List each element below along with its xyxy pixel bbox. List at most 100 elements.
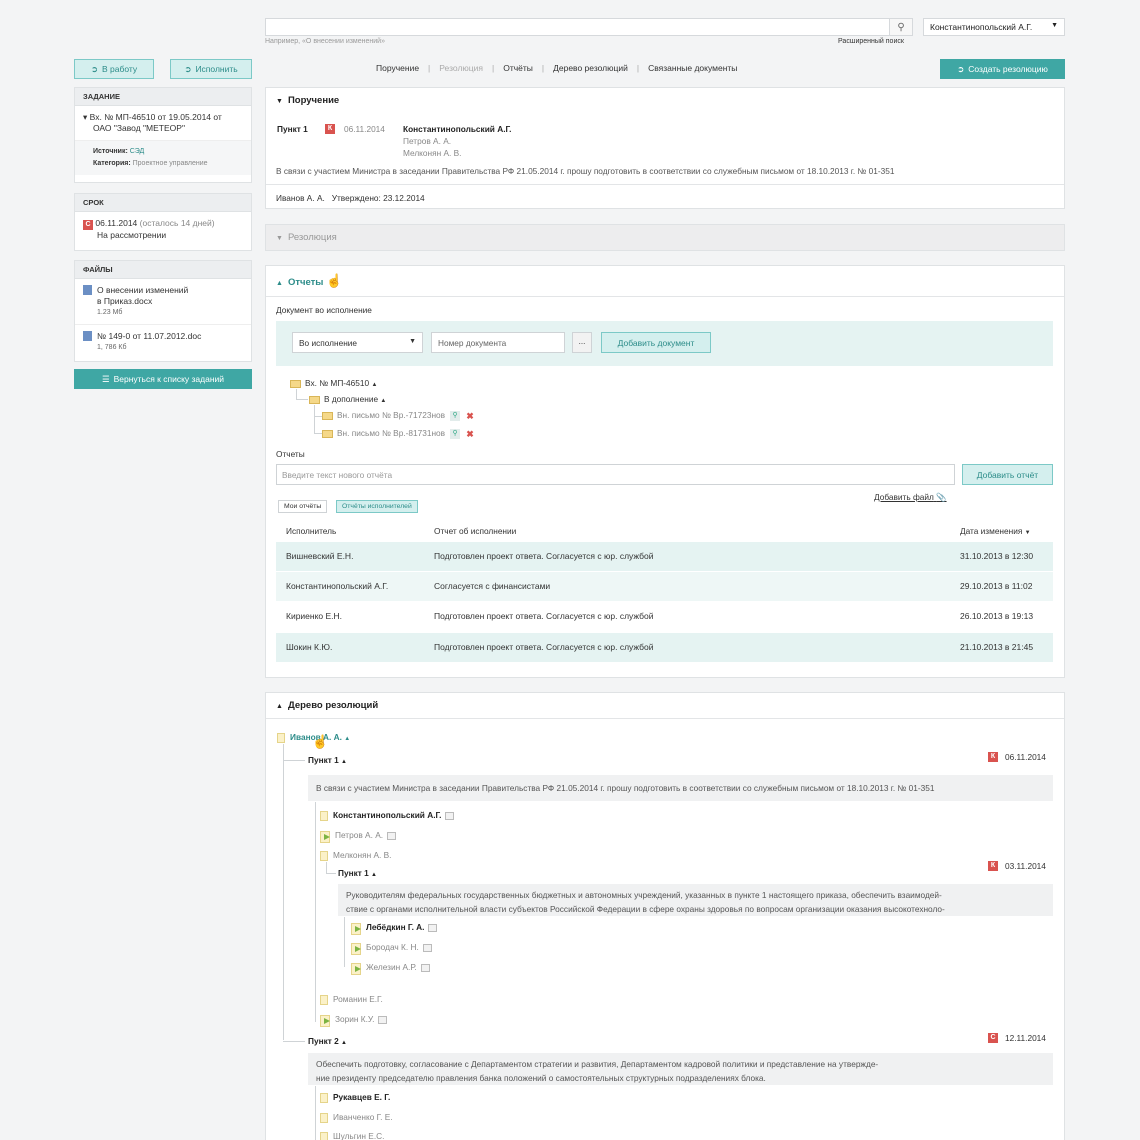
deadline-remaining: (осталось 14 дней) bbox=[139, 218, 215, 228]
tree-person[interactable]: Железин А.Р. bbox=[351, 962, 430, 975]
table-row[interactable]: Константинопольский А.Г. Согласуется с ф… bbox=[276, 572, 1053, 601]
tab-resolution[interactable]: Резолюция bbox=[430, 63, 492, 73]
sub-point-node[interactable]: Пункт 1 ▲ bbox=[338, 868, 377, 878]
add-report-button[interactable]: Добавить отчёт bbox=[962, 464, 1053, 485]
delete-icon[interactable]: ✖ bbox=[465, 411, 475, 421]
tab-assignment[interactable]: Поручение bbox=[367, 63, 428, 73]
task-title-line2: ОАО "Завод "МЕТЕОР" bbox=[93, 123, 185, 133]
word-file-icon bbox=[83, 285, 92, 295]
tab-executor-reports[interactable]: Отчёты исполнителей bbox=[336, 500, 418, 513]
point-text: В связи с участием Министра в заседании … bbox=[308, 775, 1053, 801]
to-work-label: В работу bbox=[101, 64, 138, 74]
search-input[interactable] bbox=[265, 18, 913, 36]
add-document-button[interactable]: Добавить документ bbox=[601, 332, 711, 353]
search-icon[interactable]: ⚲ bbox=[450, 428, 461, 439]
tree-person[interactable]: Рукавцев Е. Г. bbox=[320, 1092, 390, 1103]
point-date: 12.11.2014 bbox=[1005, 1033, 1046, 1043]
row-report: Согласуется с финансистами bbox=[434, 581, 551, 591]
table-row[interactable]: Шокин К.Ю. Подготовлен проект ответа. Со… bbox=[276, 633, 1053, 662]
tab-my-reports[interactable]: Мои отчёты bbox=[278, 500, 328, 513]
person-name: Константинопольский А.Г. bbox=[333, 810, 442, 820]
doc-tree-root[interactable]: Вх. № МП-46510 ▲ bbox=[290, 378, 377, 388]
file-item[interactable]: О внесении изменений bbox=[83, 285, 243, 296]
execute-button[interactable]: ➲ Исполнить bbox=[170, 59, 252, 79]
sub-point-text: Руководителям федеральных государственны… bbox=[338, 884, 1053, 916]
search-icon[interactable]: ⚲ bbox=[450, 410, 461, 421]
add-file-link[interactable]: Добавить файл 📎 bbox=[874, 492, 947, 503]
comment-icon[interactable] bbox=[420, 963, 430, 972]
add-document-label: Добавить документ bbox=[617, 337, 695, 348]
document-icon bbox=[320, 850, 328, 861]
file-name: № 149-0 от 11.07.2012.doc bbox=[97, 331, 202, 341]
person-name: Железин А.Р. bbox=[366, 962, 417, 972]
task-title[interactable]: ▾ Вх. № МП-46510 от 19.05.2014 от bbox=[83, 112, 243, 123]
resolution-tree-header[interactable]: ▲ Дерево резолюций bbox=[266, 693, 1064, 719]
doc-tree-letter[interactable]: Вн. письмо № Вр.-71723нов ⚲ ✖ bbox=[322, 410, 475, 421]
new-report-input[interactable]: Введите текст нового отчёта bbox=[276, 464, 955, 485]
tree-connector bbox=[314, 433, 322, 434]
tree-person[interactable]: Константинопольский А.Г. bbox=[320, 810, 455, 821]
browse-button[interactable]: ... bbox=[572, 332, 592, 353]
comment-icon[interactable] bbox=[428, 923, 438, 932]
collapse-icon: ▲ bbox=[341, 759, 347, 765]
tree-person[interactable]: Иванченко Г. Е. bbox=[320, 1112, 393, 1123]
back-to-tasks-button[interactable]: ☰ Вернуться к списку заданий bbox=[74, 369, 252, 389]
row-executor: Кириенко Е.Н. bbox=[286, 611, 343, 621]
doc-tree-child[interactable]: В дополнение ▲ bbox=[309, 394, 386, 404]
tree-person[interactable]: Зорин К.У. bbox=[320, 1014, 388, 1027]
document-forward-icon bbox=[351, 962, 362, 975]
table-row[interactable]: Кириенко Е.Н. Подготовлен проект ответа.… bbox=[276, 602, 1053, 631]
tree-person[interactable]: Петров А. А. bbox=[320, 830, 397, 843]
tree-person[interactable]: Лебёдкин Г. А. bbox=[351, 922, 438, 935]
tree-person[interactable]: Бородач К. Н. bbox=[351, 942, 432, 955]
comment-icon[interactable] bbox=[422, 943, 432, 952]
category-value: Проектное управление bbox=[132, 160, 208, 167]
column-executor[interactable]: Исполнитель bbox=[286, 526, 336, 536]
person-name: Иванченко Г. Е. bbox=[333, 1112, 393, 1122]
doc-number-input[interactable]: Номер документа bbox=[431, 332, 565, 353]
priority-badge: С bbox=[988, 1033, 998, 1043]
search-icon[interactable]: ⚲ bbox=[889, 18, 913, 36]
to-work-button[interactable]: ➲ В работу bbox=[74, 59, 154, 79]
point-text-line: ние президенту председателю правления ба… bbox=[316, 1073, 766, 1083]
tree-connector bbox=[314, 405, 315, 433]
comment-icon[interactable] bbox=[387, 831, 397, 840]
tree-person[interactable]: Романин Е.Г. bbox=[320, 994, 383, 1005]
folder-icon bbox=[290, 379, 301, 388]
document-forward-icon bbox=[320, 1014, 331, 1027]
delete-icon[interactable]: ✖ bbox=[465, 429, 475, 439]
advanced-search-link[interactable]: Расширенный поиск bbox=[838, 38, 904, 45]
point-node[interactable]: Пункт 2 ▲ bbox=[308, 1036, 347, 1046]
column-date-label: Дата изменения bbox=[960, 526, 1023, 536]
column-report[interactable]: Отчет об исполнении bbox=[434, 526, 516, 536]
resolution-title: Резолюция bbox=[287, 232, 337, 243]
column-date[interactable]: Дата изменения ▼ bbox=[960, 526, 1031, 536]
tab-resolution-tree[interactable]: Дерево резолюций bbox=[544, 63, 637, 73]
document-forward-icon bbox=[351, 942, 362, 955]
collapse-icon: ▲ bbox=[341, 1040, 347, 1046]
task-title-line1: Вх. № МП-46510 от 19.05.2014 от bbox=[89, 112, 222, 122]
user-dropdown[interactable]: Константинопольский А.Г. ▼ bbox=[923, 18, 1065, 36]
tab-related-documents[interactable]: Связанные документы bbox=[639, 63, 746, 73]
comment-icon[interactable] bbox=[378, 1015, 388, 1024]
assignment-header[interactable]: ▼ Поручение bbox=[266, 88, 1064, 113]
export-icon: ➲ bbox=[957, 63, 965, 74]
tree-person[interactable]: Шульгин Е.С. bbox=[320, 1131, 384, 1140]
point-node[interactable]: Пункт 1 ▲ bbox=[308, 755, 347, 765]
doc-type-select[interactable]: Во исполнение ▼ bbox=[292, 332, 423, 353]
file-item[interactable]: № 149-0 от 11.07.2012.doc bbox=[83, 331, 243, 342]
comment-icon[interactable] bbox=[445, 811, 455, 820]
tree-person[interactable]: Мелконян А. В. bbox=[320, 850, 391, 861]
tab-reports[interactable]: Отчёты bbox=[494, 63, 542, 73]
export-icon: ➲ bbox=[184, 63, 192, 74]
table-row[interactable]: Вишневский Е.Н. Подготовлен проект ответ… bbox=[276, 542, 1053, 571]
tree-connector bbox=[283, 744, 284, 1040]
reports-header[interactable]: ▲ Отчеты ☝ bbox=[266, 266, 1064, 297]
doc-tree-letter[interactable]: Вн. письмо № Вр.-81731нов ⚲ ✖ bbox=[322, 428, 475, 439]
resolution-header[interactable]: ▼ Резолюция bbox=[266, 225, 1064, 250]
source-link[interactable]: СЭД bbox=[130, 148, 145, 155]
folder-open-icon bbox=[322, 429, 333, 438]
create-resolution-button[interactable]: ➲ Создать резолюцию bbox=[940, 59, 1065, 79]
sub-point-date: 03.11.2014 bbox=[1005, 861, 1046, 871]
letter-label: Вн. письмо № Вр.-71723нов bbox=[337, 410, 446, 420]
